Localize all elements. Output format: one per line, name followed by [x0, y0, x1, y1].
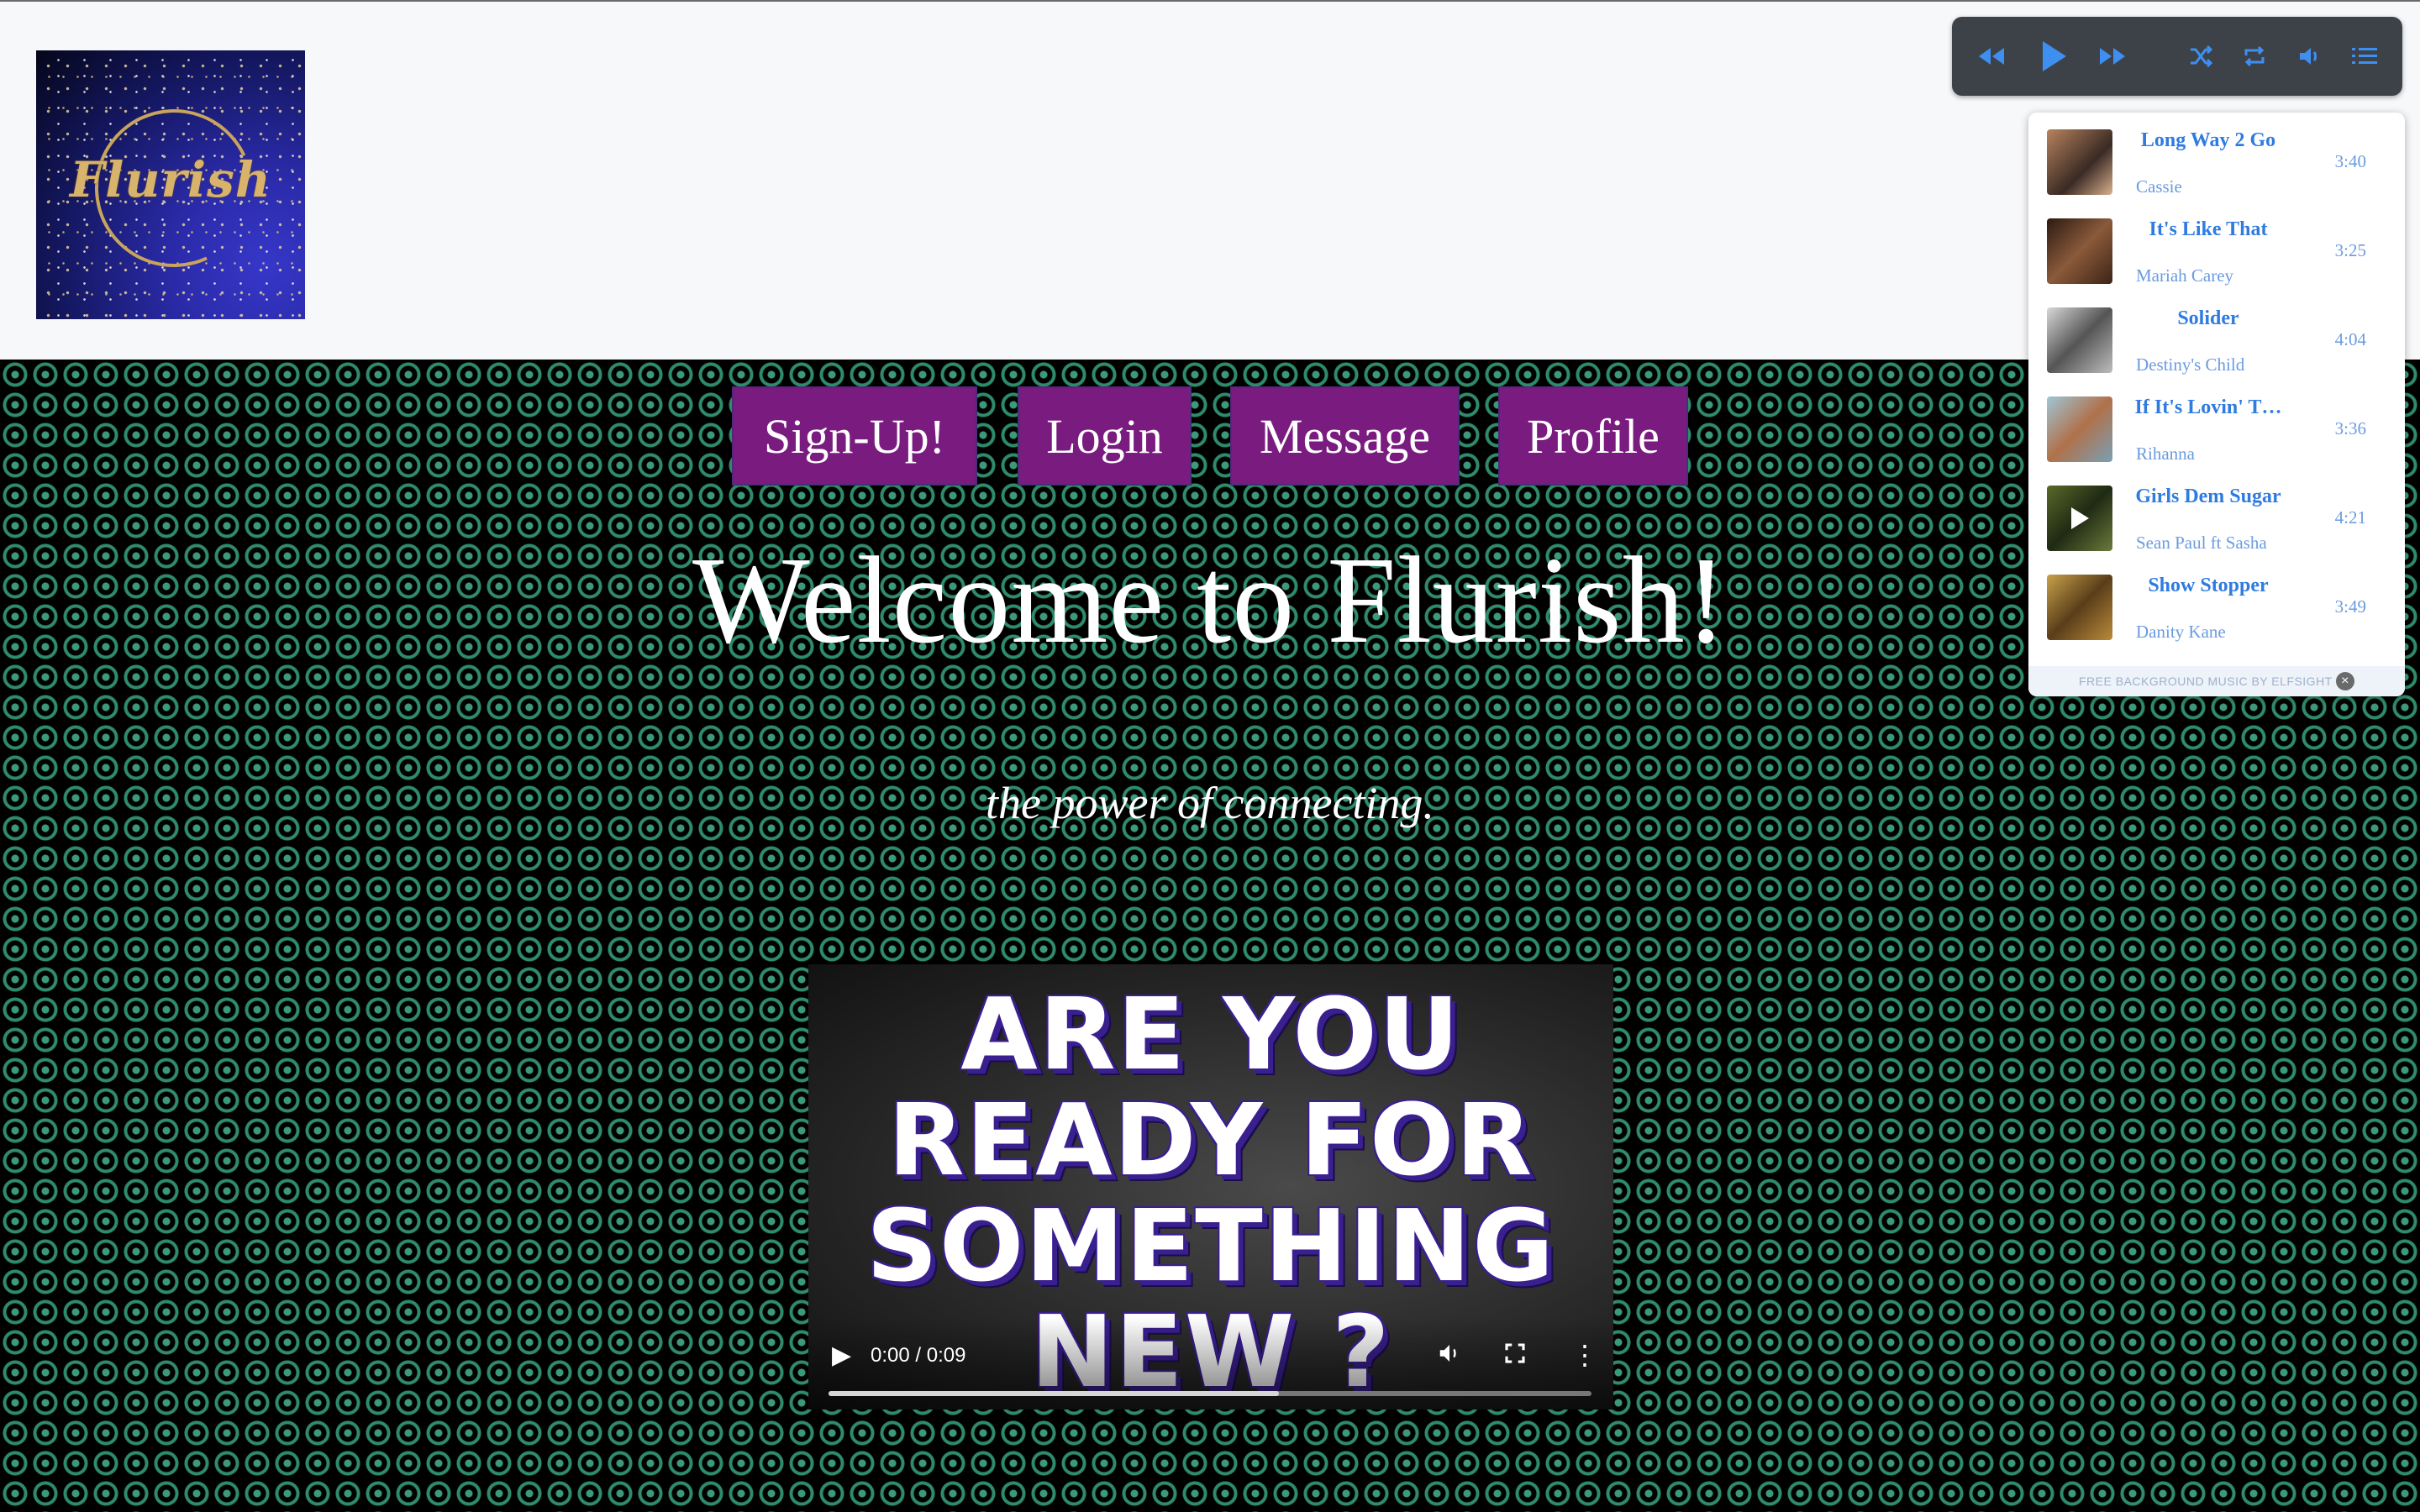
track-duration: 3:49	[2334, 596, 2366, 617]
track-duration: 3:40	[2334, 151, 2366, 171]
playlist-track[interactable]: Show Stopper Danity Kane 3:49	[2028, 558, 2405, 647]
track-title: It's Like That	[2149, 218, 2268, 240]
video-line: READY FOR	[887, 1082, 1534, 1198]
track-play-icon[interactable]	[2069, 506, 2091, 531]
signup-button[interactable]: Sign-Up!	[732, 386, 977, 486]
track-duration: 3:25	[2334, 240, 2366, 260]
playlist-track[interactable]: If It's Lovin' T… Rihanna 3:36	[2028, 380, 2405, 469]
login-button[interactable]: Login	[1018, 386, 1192, 486]
video-fullscreen-icon[interactable]	[1502, 1341, 1528, 1373]
track-duration: 3:36	[2334, 418, 2366, 438]
track-title: Long Way 2 Go	[2140, 129, 2276, 151]
track-duration: 4:21	[2334, 507, 2366, 528]
track-artist: Cassie	[2136, 176, 2182, 197]
track-cover-image	[2047, 486, 2112, 551]
track-cover-image	[2047, 218, 2112, 284]
tagline: the power of connecting.	[986, 778, 1434, 828]
video-controls: ▶ 0:00 / 0:09 ⋮	[808, 1317, 1613, 1410]
logo-wordmark: Flurish	[70, 151, 271, 208]
play-icon[interactable]	[2041, 17, 2068, 96]
track-cover-image	[2047, 307, 2112, 373]
close-icon[interactable]: ×	[2336, 672, 2354, 690]
playlist-footer: FREE BACKGROUND MUSIC BY ELFSIGHT ×	[2028, 666, 2405, 696]
video-seek-bar[interactable]	[829, 1391, 1591, 1396]
shuffle-icon[interactable]	[2189, 17, 2212, 96]
volume-icon[interactable]	[2298, 17, 2322, 96]
video-line: SOMETHING	[865, 1188, 1556, 1304]
message-button[interactable]: Message	[1230, 386, 1460, 486]
playlist-track[interactable]: It's Like That Mariah Carey 3:25	[2028, 202, 2405, 291]
fast-forward-icon[interactable]	[2098, 17, 2127, 96]
track-duration: 4:04	[2334, 329, 2366, 349]
elfsight-credit-link[interactable]: FREE BACKGROUND MUSIC BY ELFSIGHT	[2079, 675, 2333, 688]
playlist-icon[interactable]	[2352, 17, 2377, 96]
track-artist: Mariah Carey	[2136, 265, 2234, 286]
track-title: Girls Dem Sugar	[2135, 486, 2281, 507]
video-more-options-icon[interactable]: ⋮	[1571, 1339, 1598, 1371]
track-artist: Destiny's Child	[2136, 354, 2245, 375]
video-time: 0:00 / 0:09	[871, 1344, 966, 1367]
rewind-icon[interactable]	[1977, 17, 2006, 96]
playlist-track[interactable]: Solider Destiny's Child 4:04	[2028, 291, 2405, 380]
track-cover-image	[2047, 575, 2112, 640]
flurish-logo[interactable]: Flurish	[36, 50, 305, 319]
video-line: ARE YOU	[960, 976, 1461, 1092]
track-artist: Danity Kane	[2136, 622, 2226, 642]
music-player-bar	[1952, 17, 2402, 96]
track-cover-image	[2047, 129, 2112, 195]
music-playlist: Long Way 2 Go Cassie 3:40 It's Like That…	[2028, 113, 2405, 696]
track-title: Solider	[2177, 307, 2239, 329]
track-title: If It's Lovin' T…	[2134, 396, 2282, 418]
playlist-track[interactable]: Long Way 2 Go Cassie 3:40	[2028, 113, 2405, 202]
track-artist: Rihanna	[2136, 444, 2195, 464]
video-seek-progress	[829, 1391, 1279, 1396]
profile-button[interactable]: Profile	[1498, 386, 1688, 486]
track-artist: Sean Paul ft Sasha	[2136, 533, 2267, 553]
video-play-icon[interactable]: ▶	[832, 1341, 851, 1370]
track-title: Show Stopper	[2148, 575, 2269, 596]
video-volume-icon[interactable]	[1437, 1341, 1462, 1373]
promo-video[interactable]: ARE YOU READY FOR SOMETHING NEW ? ▶ 0:00…	[808, 964, 1613, 1410]
playlist-track[interactable]: Girls Dem Sugar Sean Paul ft Sasha 4:21	[2028, 469, 2405, 558]
repeat-icon[interactable]	[2243, 17, 2266, 96]
track-cover-image	[2047, 396, 2112, 462]
